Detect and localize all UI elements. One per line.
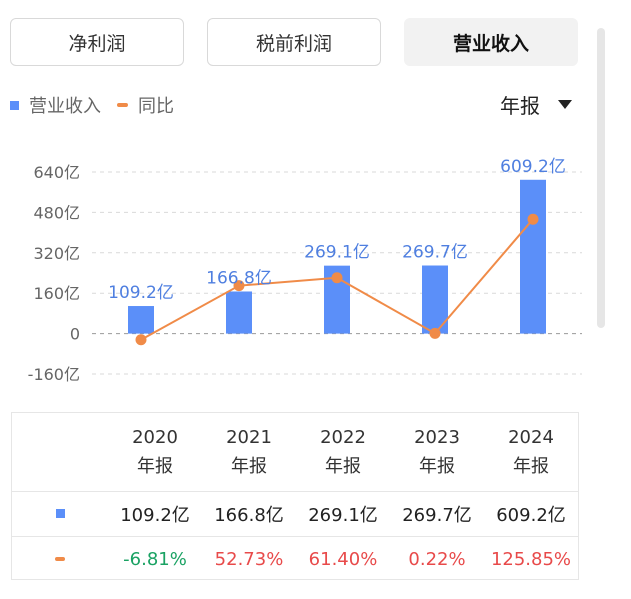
table-year-header: 2023 年报 — [390, 413, 484, 491]
period-label: 年报 — [419, 456, 455, 477]
bar-data-label: 269.7亿 — [402, 243, 468, 263]
y-tick-label: 0 — [70, 325, 80, 344]
yoy-cell: -6.81% — [123, 548, 187, 570]
period-label: 年报 — [137, 456, 173, 477]
year-label: 2024 — [508, 427, 554, 448]
table-header-row: 2020 年报 2021 年报 2022 年报 2023 年报 2024 年报 — [12, 413, 578, 492]
table-row-yoy: -6.81% 52.73% 61.40% 0.22% 125.85% — [12, 537, 578, 581]
yoy-cell: 52.73% — [214, 548, 284, 570]
bar-data-label: 109.2亿 — [108, 283, 174, 303]
bar-data-label: 166.8亿 — [206, 268, 272, 288]
year-label: 2023 — [414, 427, 460, 448]
table-year-header: 2021 年报 — [202, 413, 296, 491]
year-label: 2022 — [320, 427, 366, 448]
yoy-point — [135, 334, 147, 346]
revenue-cell: 269.1亿 — [308, 504, 378, 526]
data-table: 2020 年报 2021 年报 2022 年报 2023 年报 2024 年报 109.2亿 166… — [11, 412, 579, 580]
table-year-header: 2020 年报 — [108, 413, 202, 491]
yoy-point — [331, 272, 343, 284]
bar — [226, 291, 252, 334]
yoy-point — [527, 213, 539, 225]
yoy-row-marker — [12, 537, 108, 581]
year-label: 2021 — [226, 427, 272, 448]
line-series-swatch — [55, 557, 65, 561]
table-year-header: 2022 年报 — [296, 413, 390, 491]
table-row-revenue: 109.2亿 166.8亿 269.1亿 269.7亿 609.2亿 — [12, 491, 578, 537]
bar-data-label: 269.1亿 — [304, 243, 370, 263]
revenue-cell: 166.8亿 — [214, 504, 284, 526]
revenue-chart: 640亿 480亿 320亿 160亿 0 -160亿 109.2亿 166.8亿 269.1亿… — [28, 157, 582, 384]
table-corner-cell — [12, 413, 108, 491]
y-tick-label: 640亿 — [33, 163, 80, 182]
y-tick-label: -160亿 — [28, 365, 80, 384]
revenue-cell: 109.2亿 — [120, 504, 190, 526]
revenue-row-marker — [12, 491, 108, 536]
bar — [520, 179, 546, 334]
year-label: 2020 — [132, 427, 178, 448]
table-year-header: 2024 年报 — [484, 413, 578, 491]
period-label: 年报 — [231, 456, 267, 477]
bar-data-label: 609.2亿 — [500, 157, 566, 177]
period-label: 年报 — [513, 456, 549, 477]
bar — [128, 306, 154, 334]
y-tick-label: 320亿 — [33, 244, 80, 263]
yoy-cell: 0.22% — [408, 548, 466, 570]
y-tick-label: 480亿 — [33, 203, 80, 222]
revenue-cell: 269.7亿 — [402, 504, 472, 526]
yoy-cell: 61.40% — [308, 548, 378, 570]
period-label: 年报 — [325, 456, 361, 477]
revenue-cell: 609.2亿 — [496, 504, 566, 526]
yoy-cell: 125.85% — [490, 548, 572, 570]
bar-series-swatch — [55, 509, 65, 518]
yoy-point — [429, 327, 441, 339]
y-tick-label: 160亿 — [33, 284, 80, 303]
